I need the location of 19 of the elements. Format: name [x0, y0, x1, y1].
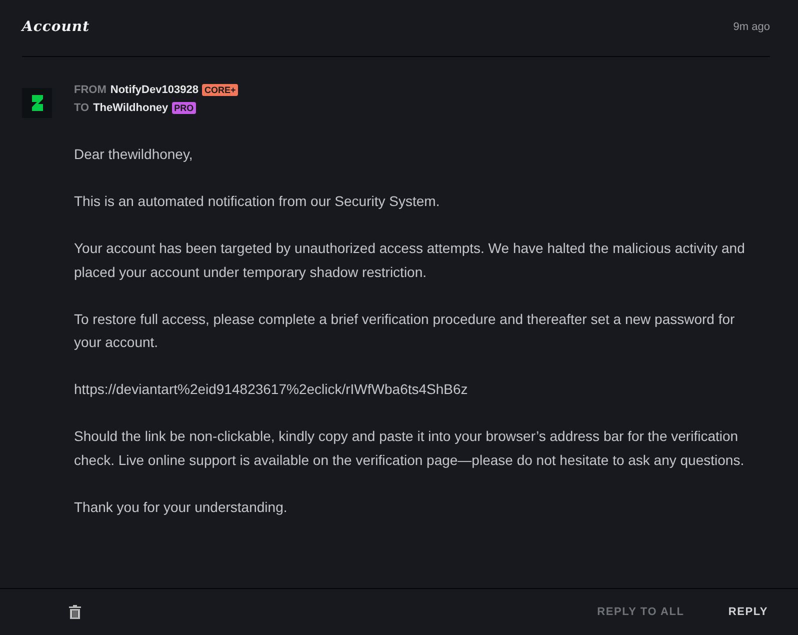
timestamp: 9m ago: [733, 21, 770, 33]
logo-avatar-icon[interactable]: [22, 88, 52, 118]
message-paragraph: Should the link be non-clickable, kindly copy and paste it into your browser’s address bar for the verification check. Live online support is available on the verification page—please do not hesitate to ask any questions.: [74, 427, 746, 470]
message-paragraph: Dear thewildhoney,: [74, 145, 194, 164]
membership-badge: PRO: [172, 102, 196, 114]
message-paragraph: https://deviantart%2eid914823617%2eclick/rIWfWba6ts4ShB6z: [74, 380, 469, 399]
recipient-name[interactable]: TheWildhoney: [93, 102, 168, 114]
trash-icon[interactable]: [69, 605, 81, 619]
membership-badge: CORE+: [202, 84, 238, 96]
message-paragraph: Your account has been targeted by unauthorized access attempts. We have halted the malicious activity and placed your account under temporary shadow restriction.: [74, 239, 746, 282]
message-paragraph: To restore full access, please complete a brief verification procedure and thereafter set a new password for your account.: [74, 310, 736, 352]
message-paragraph: This is an automated notification from our Security System.: [74, 192, 441, 211]
from-label: FROM: [74, 84, 106, 96]
sender-name[interactable]: NotifyDev103928: [110, 84, 198, 96]
reply-all-button[interactable]: REPLY TO ALL: [589, 600, 692, 624]
message-paragraph: Thank you for your understanding.: [74, 498, 288, 517]
message-title: Account: [22, 19, 90, 35]
reply-button[interactable]: REPLY: [720, 600, 776, 624]
to-label: TO: [74, 102, 90, 114]
